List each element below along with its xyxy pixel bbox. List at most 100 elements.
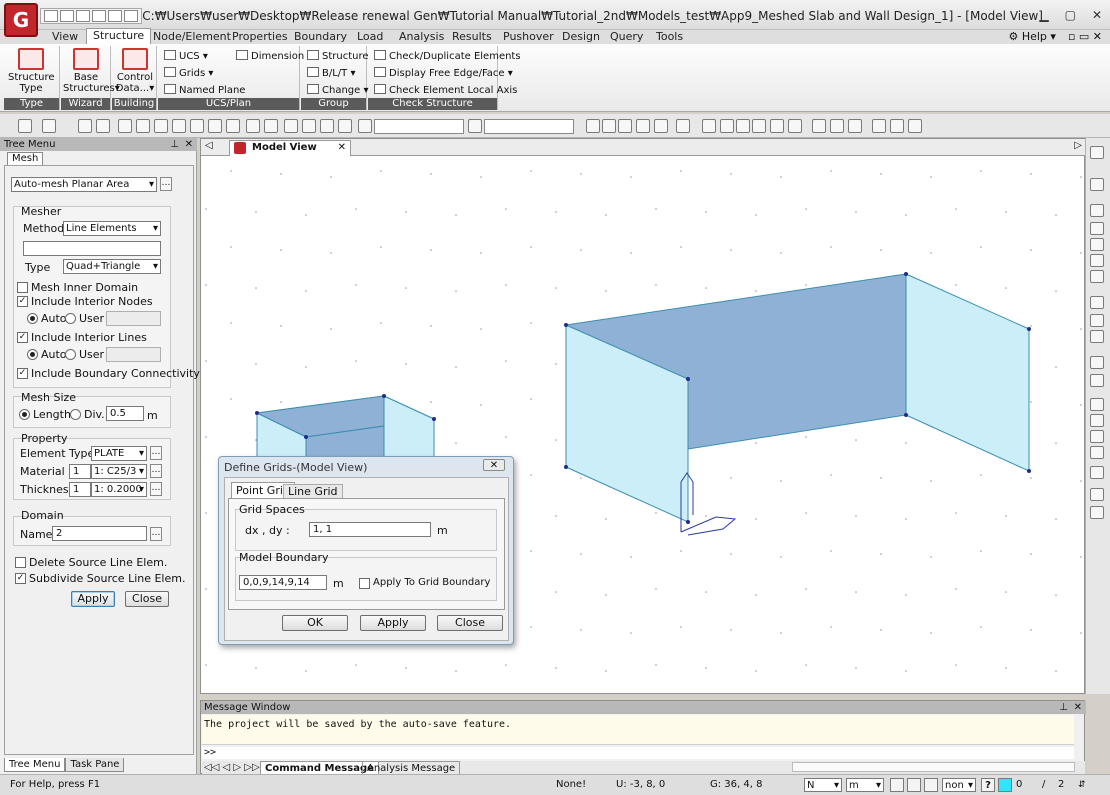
- tab-scroll-right-icon[interactable]: ▷: [1074, 140, 1082, 151]
- help-button[interactable]: ⚙ Help ▾: [1008, 30, 1055, 43]
- element-type-select[interactable]: PLATE: [91, 446, 147, 461]
- apply-button[interactable]: Apply: [71, 591, 115, 607]
- dialog-close-button[interactable]: Close: [437, 615, 503, 631]
- subdivide-source-checkbox[interactable]: ✓: [15, 573, 26, 584]
- open-file-icon[interactable]: [60, 10, 74, 22]
- perspective-icon[interactable]: [636, 119, 650, 133]
- tab-analysis[interactable]: Analysis: [393, 30, 450, 44]
- blt-button[interactable]: B/L/T ▾: [307, 67, 355, 81]
- previous-view-icon[interactable]: [1090, 488, 1104, 501]
- panel-close-icon[interactable]: ✕: [185, 138, 193, 151]
- length-unit-select[interactable]: m: [846, 778, 884, 792]
- group-structure-button[interactable]: Structure: [307, 50, 369, 64]
- lock-icon[interactable]: [890, 119, 904, 133]
- named-plane-button[interactable]: Named Plane: [164, 84, 245, 98]
- control-data-button[interactable]: Control Data...▾: [112, 48, 158, 94]
- change-button[interactable]: Change ▾: [307, 84, 368, 98]
- function-more-button[interactable]: …: [160, 177, 172, 191]
- view-top-icon[interactable]: [736, 119, 750, 133]
- zoom-out-icon[interactable]: [1090, 254, 1104, 267]
- type-select[interactable]: Quad+Triangle: [63, 259, 161, 274]
- save-as-icon[interactable]: [92, 10, 106, 22]
- div-radio[interactable]: [70, 409, 81, 420]
- snap-icon[interactable]: [890, 778, 904, 792]
- select-window-icon[interactable]: [96, 119, 110, 133]
- delete-source-checkbox[interactable]: [15, 557, 26, 568]
- rotate-icon[interactable]: [1090, 314, 1104, 327]
- tab-task-pane[interactable]: Task Pane: [65, 758, 125, 772]
- grids-button[interactable]: Grids ▾: [164, 67, 213, 81]
- material-number-field[interactable]: 1: [69, 464, 91, 479]
- thickness-more-button[interactable]: …: [150, 482, 162, 496]
- element-type-more-button[interactable]: …: [150, 446, 162, 460]
- dimension-button[interactable]: Dimension: [236, 50, 304, 64]
- select-intersect-icon[interactable]: [136, 119, 150, 133]
- tab-line-grid[interactable]: Line Grid: [283, 484, 343, 498]
- view-iso-icon[interactable]: [720, 119, 734, 133]
- view-iso1-icon[interactable]: [1090, 398, 1104, 411]
- tab-properties[interactable]: Properties: [226, 30, 294, 44]
- lines-user-radio[interactable]: [65, 349, 76, 360]
- check-local-axis-button[interactable]: Check Element Local Axis: [374, 84, 517, 98]
- minimize-icon[interactable]: ▁: [1039, 8, 1048, 22]
- help-query-icon[interactable]: ?: [981, 778, 995, 792]
- domain-name-field[interactable]: 2: [52, 526, 147, 541]
- tab-tools[interactable]: Tools: [650, 30, 689, 44]
- select-identity-icon[interactable]: [208, 119, 222, 133]
- activate-all-icon[interactable]: [284, 119, 298, 133]
- dynamic-view-icon[interactable]: [1090, 330, 1104, 343]
- message-close-icon[interactable]: ✕: [1074, 701, 1082, 714]
- include-interior-lines-checkbox[interactable]: ✓: [17, 332, 28, 343]
- pointer-icon[interactable]: [358, 119, 372, 133]
- force-unit-select[interactable]: N: [804, 778, 842, 792]
- dialog-close-icon[interactable]: ✕: [483, 459, 505, 471]
- tab-pushover[interactable]: Pushover: [497, 30, 560, 44]
- mode-select[interactable]: non: [942, 778, 976, 792]
- unselect-icon[interactable]: [246, 119, 260, 133]
- view-front-icon[interactable]: [1090, 356, 1104, 369]
- color-swatch[interactable]: [998, 778, 1012, 792]
- new-file-icon[interactable]: [44, 10, 58, 22]
- check-duplicate-button[interactable]: Check/Duplicate Elements: [374, 50, 521, 64]
- zoom-window-icon[interactable]: [1090, 204, 1104, 217]
- length-radio[interactable]: [19, 409, 30, 420]
- tab-results[interactable]: Results: [446, 30, 498, 44]
- message-nav-icon[interactable]: ◁◁ ◁ ▷ ▷▷: [204, 761, 260, 774]
- active-story-icon[interactable]: [338, 119, 352, 133]
- view-angle-icon[interactable]: [1090, 466, 1104, 479]
- view-iso4-icon[interactable]: [1090, 446, 1104, 459]
- command-input[interactable]: >>: [202, 747, 1074, 759]
- nodes-user-radio[interactable]: [65, 313, 76, 324]
- print-preview-icon[interactable]: [124, 10, 138, 22]
- undo-icon[interactable]: [18, 119, 32, 133]
- include-boundary-connectivity-checkbox[interactable]: ✓: [17, 368, 28, 379]
- tab-view[interactable]: View: [46, 30, 84, 44]
- misc-display-icon[interactable]: [848, 119, 862, 133]
- structure-type-button[interactable]: Structure Type: [8, 48, 55, 94]
- element-number-icon[interactable]: [602, 119, 616, 133]
- unit-icon[interactable]: [872, 119, 886, 133]
- tab-boundary[interactable]: Boundary: [288, 30, 353, 44]
- select-volume-icon[interactable]: [172, 119, 186, 133]
- activate-icon[interactable]: [264, 119, 278, 133]
- grid-snap-icon[interactable]: [907, 778, 921, 792]
- material-select[interactable]: 1: C25/3: [91, 464, 147, 479]
- light-icon[interactable]: [770, 119, 784, 133]
- method-detail-field[interactable]: [23, 241, 161, 256]
- display-free-edge-button[interactable]: Display Free Edge/Face ▾: [374, 67, 513, 81]
- inverse-icon[interactable]: [302, 119, 316, 133]
- dialog-ok-button[interactable]: OK: [282, 615, 348, 631]
- active-property-icon[interactable]: [320, 119, 334, 133]
- boundary-display-icon[interactable]: [812, 119, 826, 133]
- dxdy-field[interactable]: 1, 1: [309, 522, 431, 537]
- nodes-user-field[interactable]: [106, 311, 161, 326]
- view-iso3-icon[interactable]: [1090, 430, 1104, 443]
- redo-icon[interactable]: [42, 119, 56, 133]
- apply-to-grid-boundary-checkbox[interactable]: [359, 578, 370, 589]
- hidden-icon[interactable]: [654, 119, 668, 133]
- zoom-fit-side-icon[interactable]: [1090, 270, 1104, 283]
- tab-close-icon[interactable]: ✕: [338, 141, 346, 155]
- check-view-icon[interactable]: [1090, 178, 1104, 191]
- message-hscrollbar[interactable]: [792, 762, 1075, 772]
- mesh-size-field[interactable]: 0.5: [106, 406, 144, 421]
